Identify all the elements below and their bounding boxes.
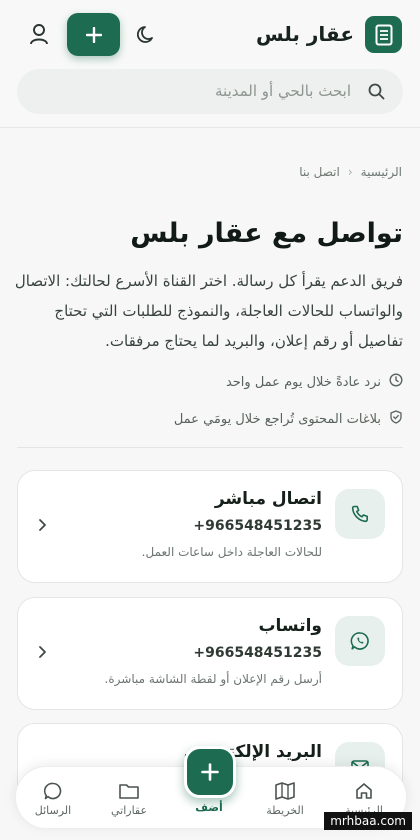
phone-icon [335, 489, 385, 539]
plus-icon [85, 26, 102, 43]
contact-card-whatsapp[interactable]: واتساب +966548451235 أرسل رقم الإعلان أو… [17, 597, 403, 710]
nav-add[interactable]: أضف [182, 801, 236, 814]
plus-icon [201, 763, 219, 781]
card-description: أرسل رقم الإعلان أو لقطة الشاشة مباشرة. [104, 672, 322, 686]
card-title: اتصال مباشر [214, 489, 322, 509]
brand-name[interactable]: عقار بلس [256, 22, 354, 46]
nav-my-properties-label: عقاراتي [110, 804, 148, 817]
search-icon [368, 83, 385, 104]
nav-add-label: أضف [195, 801, 223, 814]
response-time-text: نرد عادةً خلال يوم عمل واحد [225, 374, 381, 390]
moon-icon[interactable] [136, 24, 158, 46]
page-intro: فريق الدعم يقرأ كل رسالة. اختر القناة ال… [14, 272, 403, 350]
page-title: تواصل مع عقار بلس [130, 218, 403, 249]
contact-card-phone[interactable]: اتصال مباشر +966548451235 للحالات العاجل… [17, 470, 403, 583]
map-icon [275, 782, 295, 800]
chevron-left-icon [37, 517, 47, 536]
response-time-note: نرد عادةً خلال يوم عمل واحد [226, 373, 403, 391]
breadcrumb-home[interactable]: الرئيسية [361, 165, 402, 179]
chevron-left-icon [37, 644, 47, 663]
card-description: للحالات العاجلة داخل ساعات العمل. [141, 545, 322, 559]
breadcrumb-current: اتصل بنا [299, 165, 340, 179]
clock-icon [389, 373, 403, 391]
whatsapp-icon [335, 616, 385, 666]
app-header: عقار بلس ابحث بالحي أو المدينة [0, 0, 420, 128]
whatsapp-number[interactable]: +966548451235 [193, 645, 322, 661]
reports-text: بلاغات المحتوى تُراجع خلال يومَي عمل [173, 411, 381, 427]
shield-check-icon [389, 410, 403, 428]
chat-icon [43, 782, 62, 800]
nav-map-label: الخريطة [266, 804, 304, 817]
card-title: واتساب [258, 616, 322, 636]
nav-map[interactable]: الخريطة [258, 781, 312, 817]
home-icon [356, 783, 372, 799]
nav-my-properties[interactable]: عقاراتي [102, 781, 156, 817]
phone-number[interactable]: +966548451235 [193, 518, 322, 534]
nav-messages-label: الرسائل [34, 804, 72, 817]
reports-note: بلاغات المحتوى تُراجع خلال يومَي عمل [174, 410, 403, 428]
search-placeholder: ابحث بالحي أو المدينة [215, 82, 351, 100]
nav-messages[interactable]: الرسائل [26, 781, 80, 817]
user-icon[interactable] [28, 22, 50, 46]
logo-icon[interactable] [365, 16, 402, 53]
chevron-left-icon: ‹ [347, 165, 353, 179]
divider [17, 447, 403, 448]
watermark: mrhbaa.com [324, 812, 412, 830]
add-fab-button[interactable] [184, 746, 236, 798]
search-input[interactable]: ابحث بالحي أو المدينة [17, 69, 403, 114]
folder-icon [119, 784, 139, 799]
breadcrumb: الرئيسية ‹ اتصل بنا [299, 165, 402, 179]
add-listing-button[interactable] [67, 13, 120, 56]
